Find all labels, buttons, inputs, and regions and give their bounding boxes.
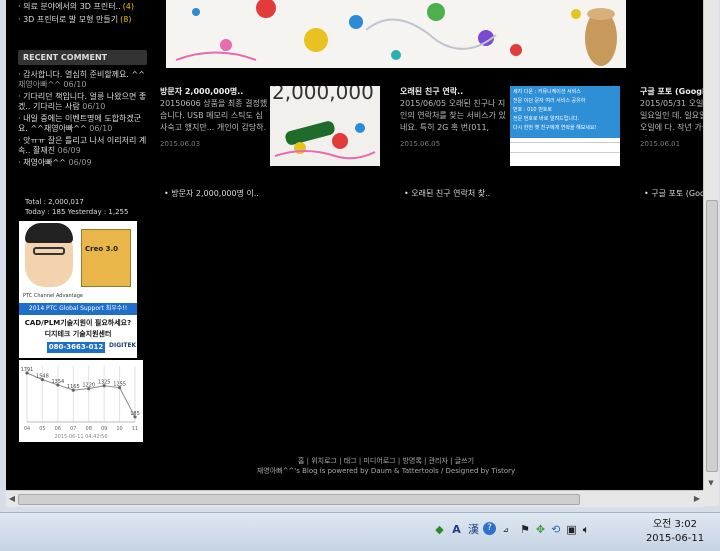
post-title[interactable]: 방문자 2,000,000명.. <box>160 86 243 97</box>
post-date: 2015.06.01 <box>640 140 681 148</box>
ad-phone: 080-3663-012 <box>47 342 105 353</box>
chart-tick-label: 09 <box>101 426 107 432</box>
ad-subheadline: 디지테크 기술지원센터 <box>44 330 112 338</box>
footer-links[interactable]: 홈 | 위치로그 | 태그 | 미디어로그 | 방명록 | 관리자 | 글쓰기 <box>166 456 606 466</box>
thumbnail-image <box>274 121 376 160</box>
chart-tick-label: 04 <box>24 426 30 432</box>
chart-data-label: 1255 <box>113 382 126 388</box>
comment-item[interactable]: · 기다리던 책입니다. 얼릉 나왔으면 좋겠.. 기다리는 사람 06/10 <box>18 92 148 112</box>
chart-tick-label: 06 <box>55 426 61 432</box>
chart-data-label: 185 <box>130 411 140 417</box>
ime-hanja-button[interactable]: 漢 <box>466 522 481 538</box>
post-excerpt: 2015/05/31 오일이 일요일인 데. 일요일인 오일에 다. 작년 가을… <box>640 99 703 136</box>
ime-options-icon[interactable]: ⊿ <box>498 522 513 538</box>
chart-data-label: 1220 <box>82 383 95 389</box>
vertical-scrollbar[interactable]: ▼ <box>703 0 719 490</box>
ad-banner[interactable]: Creo 3.0 PTC Channel Advantage 2014 PTC … <box>19 221 137 358</box>
footer-powered-by: 재영아빠^^'s Blog is powered by Daum & Tatte… <box>256 467 516 475</box>
scroll-left-arrow-icon[interactable]: ◀ <box>7 493 17 505</box>
network-share-icon[interactable]: ✥ <box>536 523 545 537</box>
comment-item[interactable]: · 앗ㅠㅠ 잘은 틀리고 나서 이리저리 계속.. 활재진 06/09 <box>18 136 148 156</box>
comment-item[interactable]: · 내일 중에는 이벤트명에 도합하겠군요. ^^재영아빠^^ 06/10 <box>18 114 148 134</box>
software-box <box>81 229 131 287</box>
ime-diamond-icon[interactable]: ◆ <box>432 522 447 538</box>
comment-item[interactable]: · 재영아빠^^ 06/09 <box>18 158 148 168</box>
clock-time: 오전 3:02 <box>652 519 698 530</box>
post-title[interactable]: 오래된 친구 연락.. <box>400 86 463 97</box>
ad-logo: DIGITEK <box>109 342 137 349</box>
system-tray: ⚑ ✥ ⟲ ▣ 🔈︎ <box>520 523 589 537</box>
ad-headline: CAD/PLM기술지원이 필요하세요? <box>24 319 132 327</box>
caricature-glasses <box>33 247 65 255</box>
horizontal-scroll-thumb[interactable] <box>18 494 580 505</box>
clock-date: 2015-06-11 <box>645 533 705 544</box>
chart-tick-label: 10 <box>116 426 122 432</box>
related-link[interactable]: • 방문자 2,000,000명 이.. <box>164 188 259 199</box>
software-box-label: Creo 3.0 <box>85 245 118 253</box>
visitor-stats: Total : 2,000,017 Today : 185 Yesterday … <box>25 197 128 217</box>
blog-footer: 홈 | 위치로그 | 태그 | 미디어로그 | 방명록 | 관리자 | 글쓰기 … <box>166 456 606 476</box>
chart-data-label: 1325 <box>98 380 111 386</box>
today-count: Today : 185 Yesterday : 1,255 <box>25 208 129 216</box>
help-icon[interactable]: ? <box>483 522 496 535</box>
chart-x-label: 2015-06-11 04:42:56 <box>54 434 107 440</box>
vertical-scroll-thumb[interactable] <box>706 200 718 472</box>
browser-window: · 의료 분야에서의 3D 프린터.. (4) · 3D 프린터로 발 모형 만들… <box>0 0 720 512</box>
comment-item[interactable]: · 감사합니다. 열심히 준비할께요. ^^ 재영아빠^^ 06/10 <box>18 70 148 90</box>
chart-tick-label: 11 <box>132 426 138 432</box>
recent-comment-header: RECENT COMMENT <box>18 50 147 65</box>
ime-toolbar: ◆ A 漢 ? ⊿ <box>432 522 513 540</box>
chart-data-label: 1354 <box>51 379 64 385</box>
network-icon[interactable]: ▣ <box>566 523 576 537</box>
visitor-chart-svg: 1791154813541165 1220 1325 1255 185 04 05 06 07 0… <box>21 366 140 440</box>
chart-tick-label: 05 <box>39 426 45 432</box>
ime-mode-button[interactable]: A <box>449 522 464 538</box>
system-clock[interactable]: 오전 3:02 2015-06-11 <box>640 518 710 546</box>
visitor-chart: 1791 1548 1354 1165 1220 1325 1255 185 04 05 06 07 0… <box>19 360 143 442</box>
horizontal-scrollbar[interactable]: ◀ ▶ <box>6 490 703 507</box>
recent-posts-list: · 의료 분야에서의 3D 프린터.. (4) · 3D 프린터로 발 모형 만들… <box>18 0 148 26</box>
chart-data-label: 1165 <box>67 384 80 390</box>
party-decoration-image <box>166 0 626 68</box>
post-title[interactable]: 구글 포토 (Google.. <box>640 86 703 97</box>
flag-icon[interactable]: ⚑ <box>520 523 530 537</box>
scroll-down-arrow-icon[interactable]: ▼ <box>706 478 716 488</box>
divider <box>510 152 620 153</box>
hero-image <box>166 0 626 68</box>
post-date: 2015.06.05 <box>400 140 441 148</box>
post-date: 2015.06.03 <box>160 140 201 148</box>
sync-icon[interactable]: ⟲ <box>551 523 560 537</box>
post-thumbnail[interactable]: 2,000,000 <box>270 86 380 166</box>
caricature-hair <box>25 223 73 243</box>
chart-data-label: 1548 <box>36 374 49 380</box>
taskbar: ◆ A 漢 ? ⊿ ⚑ ✥ ⟲ ▣ 🔈︎ 오전 3:02 2015-06-11 <box>0 512 720 551</box>
ad-small-text: PTC Channel Advantage <box>23 293 83 299</box>
scroll-right-arrow-icon[interactable]: ▶ <box>692 493 702 505</box>
total-count: Total : 2,000,017 <box>25 198 84 206</box>
chart-data-label: 1791 <box>21 367 34 373</box>
blog-page: · 의료 분야에서의 3D 프린터.. (4) · 3D 프린터로 발 모형 만들… <box>6 0 703 490</box>
chart-tick-label: 07 <box>70 426 76 432</box>
related-link[interactable]: • 구글 포토 (Google <box>644 188 703 199</box>
list-item[interactable]: · 의료 분야에서의 3D 프린터.. (4) <box>18 0 148 13</box>
chart-tick-label: 08 <box>86 426 92 432</box>
related-link[interactable]: • 오래된 친구 연락처 찾.. <box>404 188 490 199</box>
divider <box>510 142 620 143</box>
post-thumbnail[interactable]: 세지 다운 : 커뮤니케이션 서비스 전문 이던 문자 여러 서비스 공유하 번… <box>510 86 620 166</box>
post-excerpt: 2015/06/05 오래된 친구나 지인의 연락처를 찾는 서비스가 있네요.… <box>400 99 506 136</box>
post-excerpt: 20150606 상품을 최종 결정했습니다. USB 메모리 스틱도 심사숙고… <box>160 99 268 132</box>
list-item[interactable]: · 3D 프린터로 발 모형 만들기 (8) <box>18 13 148 26</box>
thumbnail-text: 세지 다운 : 커뮤니케이션 서비스 전문 이던 문자 여러 서비스 공유하 번… <box>513 89 597 131</box>
scrollbar-corner <box>703 490 719 506</box>
recent-comments: · 감사합니다. 열심히 준비할께요. ^^ 재영아빠^^ 06/10 · 기다리… <box>18 70 148 170</box>
ad-award-bar: 2014 PTC Global Support 최우수!! <box>19 303 137 315</box>
volume-icon[interactable]: 🔈︎ <box>583 523 590 537</box>
